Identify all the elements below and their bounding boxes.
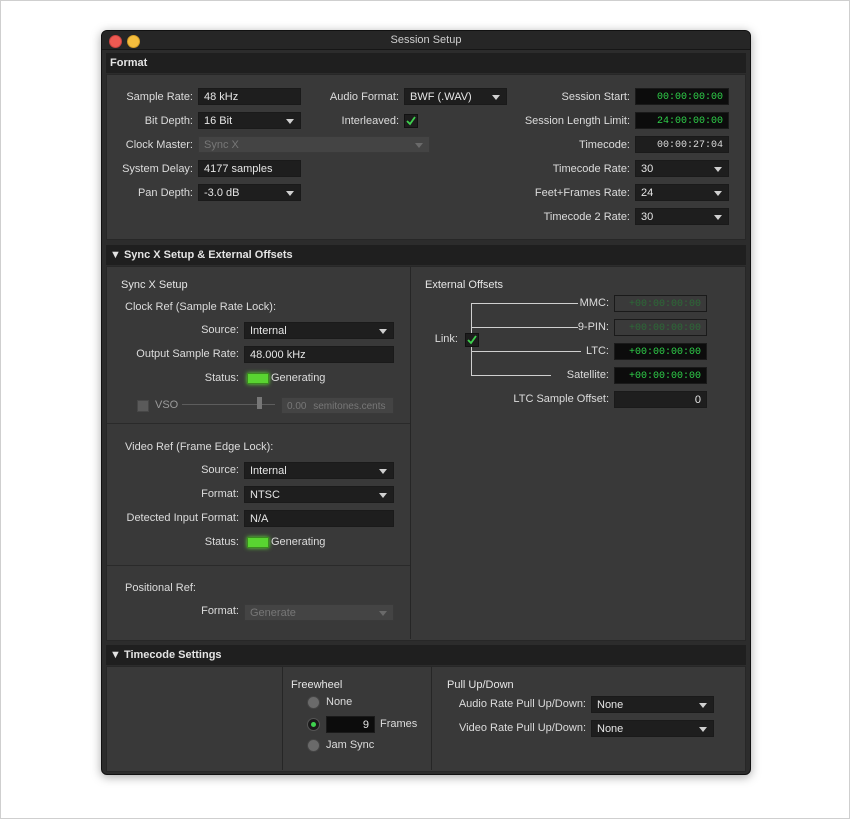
timecode2-rate-dropdown[interactable]: 30 (635, 208, 729, 225)
interleaved-label: Interleaved: (341, 115, 399, 127)
sync-setup-title: Sync X Setup (121, 279, 188, 291)
video-positional-divider (107, 565, 410, 566)
link-label: Link: (434, 333, 458, 345)
clock-master-dropdown[interactable]: Sync X (198, 136, 430, 153)
video-status-label: Status: (204, 536, 239, 548)
bit-depth-dropdown[interactable]: 16 Bit (198, 112, 301, 129)
positional-format-dropdown[interactable]: Generate (244, 604, 394, 621)
external-offsets-title: External Offsets (425, 279, 504, 291)
freewheel-frames-field[interactable]: 9 (326, 716, 375, 733)
window-title: Session Setup (390, 34, 462, 46)
video-format-label: Format: (201, 488, 239, 500)
freewheel-jam-sync-label: Jam Sync (326, 739, 375, 751)
clock-status-label: Status: (204, 372, 239, 384)
video-ref-title: Video Ref (Frame Edge Lock): (125, 441, 274, 453)
positional-ref-title: Positional Ref: (125, 582, 196, 594)
sync-section-header[interactable]: ▼ Sync X Setup & External Offsets (106, 245, 746, 265)
video-pull-label: Video Rate Pull Up/Down: (459, 722, 586, 734)
session-start-label: Session Start: (561, 91, 630, 103)
clock-source-dropdown[interactable]: Internal (244, 322, 394, 339)
interleaved-checkbox[interactable] (404, 114, 418, 128)
system-delay-label: System Delay: (122, 163, 193, 175)
clock-master-label: Clock Master: (125, 139, 193, 151)
format-section-header: Format (106, 53, 746, 73)
timecode-settings-panel (106, 666, 746, 772)
timecode-rate-dropdown[interactable]: 30 (635, 160, 729, 177)
video-status-value: Generating (271, 536, 326, 548)
freewheel-frames-label: Frames (380, 718, 418, 730)
ltc-sample-offset-field[interactable]: 0 (614, 391, 707, 408)
vso-field[interactable]: 0.00 semitones.cents (281, 397, 394, 414)
clock-status-led (247, 373, 269, 384)
vso-value: 0.00 (287, 401, 307, 412)
video-format-dropdown[interactable]: NTSC (244, 486, 394, 503)
feet-frames-rate-dropdown[interactable]: 24 (635, 184, 729, 201)
session-length-limit-label: Session Length Limit: (524, 115, 630, 127)
freewheel-jam-sync-radio[interactable] (307, 739, 320, 752)
ltc-offset-field[interactable]: +00:00:00:00 (614, 343, 707, 360)
timecode-rate-label: Timecode Rate: (552, 163, 630, 175)
feet-frames-rate-label: Feet+Frames Rate: (534, 187, 630, 199)
ltc-label: LTC: (585, 345, 609, 357)
sample-rate-field[interactable]: 48 kHz (198, 88, 301, 105)
sync-header-label: ▼ Sync X Setup & External Offsets (110, 249, 293, 261)
video-source-dropdown[interactable]: Internal (244, 462, 394, 479)
clock-source-label: Source: (201, 324, 239, 336)
sample-rate-label: Sample Rate: (126, 91, 193, 103)
pan-depth-dropdown[interactable]: -3.0 dB (198, 184, 301, 201)
positional-format-label: Format: (201, 605, 239, 617)
timecode2-rate-label: Timecode 2 Rate: (543, 211, 630, 223)
checkmark-icon (467, 335, 477, 345)
audio-pull-dropdown[interactable]: None (591, 696, 714, 713)
ltc-sample-offset-label: LTC Sample Offset: (513, 393, 609, 405)
nine-pin-offset-field[interactable]: +00:00:00:00 (614, 319, 707, 336)
detected-format-label: Detected Input Format: (126, 512, 240, 524)
audio-format-label: Audio Format: (329, 91, 399, 103)
timecode-settings-header[interactable]: ▼ Timecode Settings (106, 645, 746, 665)
title-bar[interactable]: Session Setup (102, 31, 750, 50)
satellite-label: Satellite: (566, 369, 609, 381)
vso-label: VSO (155, 399, 179, 411)
freewheel-none-label: None (326, 696, 353, 708)
pull-up-down-title: Pull Up/Down (447, 679, 514, 691)
video-status-led (247, 537, 269, 548)
satellite-offset-field[interactable]: +00:00:00:00 (614, 367, 707, 384)
timecode-display: 00:00:27:04 (635, 136, 729, 153)
session-start-field[interactable]: 00:00:00:00 (635, 88, 729, 105)
format-header-label: Format (110, 57, 148, 69)
video-pull-dropdown[interactable]: None (591, 720, 714, 737)
output-sample-rate-field: 48.000 kHz (244, 346, 394, 363)
checkmark-icon (406, 116, 416, 126)
timecode-settings-header-label: ▼ Timecode Settings (110, 649, 222, 661)
pan-depth-label: Pan Depth: (137, 187, 193, 199)
detected-format-field: N/A (244, 510, 394, 527)
timecode-divider-right (431, 667, 432, 770)
bit-depth-label: Bit Depth: (144, 115, 193, 127)
freewheel-title: Freewheel (291, 679, 343, 691)
audio-format-dropdown[interactable]: BWF (.WAV) (404, 88, 507, 105)
timecode-label: Timecode: (579, 139, 630, 151)
timecode-divider-left (282, 667, 283, 770)
sync-vertical-divider (410, 267, 411, 639)
vso-checkbox[interactable] (137, 400, 149, 412)
vso-slider-handle[interactable] (257, 397, 262, 409)
vso-unit: semitones.cents (313, 401, 386, 412)
session-setup-window: Session Setup Format Sample Rate: 48 kHz… (101, 30, 751, 775)
freewheel-frames-radio[interactable] (307, 718, 320, 731)
clock-status-value: Generating (271, 372, 326, 384)
link-checkbox[interactable] (465, 333, 479, 347)
clock-video-divider (107, 423, 410, 424)
mmc-label: MMC: (579, 297, 609, 309)
nine-pin-label: 9-PIN: (577, 321, 609, 333)
freewheel-none-radio[interactable] (307, 696, 320, 709)
video-source-label: Source: (201, 464, 239, 476)
system-delay-field: 4177 samples (198, 160, 301, 177)
clock-ref-title: Clock Ref (Sample Rate Lock): (125, 301, 276, 313)
audio-pull-label: Audio Rate Pull Up/Down: (458, 698, 586, 710)
output-sample-rate-label: Output Sample Rate: (136, 348, 239, 360)
mmc-offset-field[interactable]: +00:00:00:00 (614, 295, 707, 312)
session-length-limit-field[interactable]: 24:00:00:00 (635, 112, 729, 129)
